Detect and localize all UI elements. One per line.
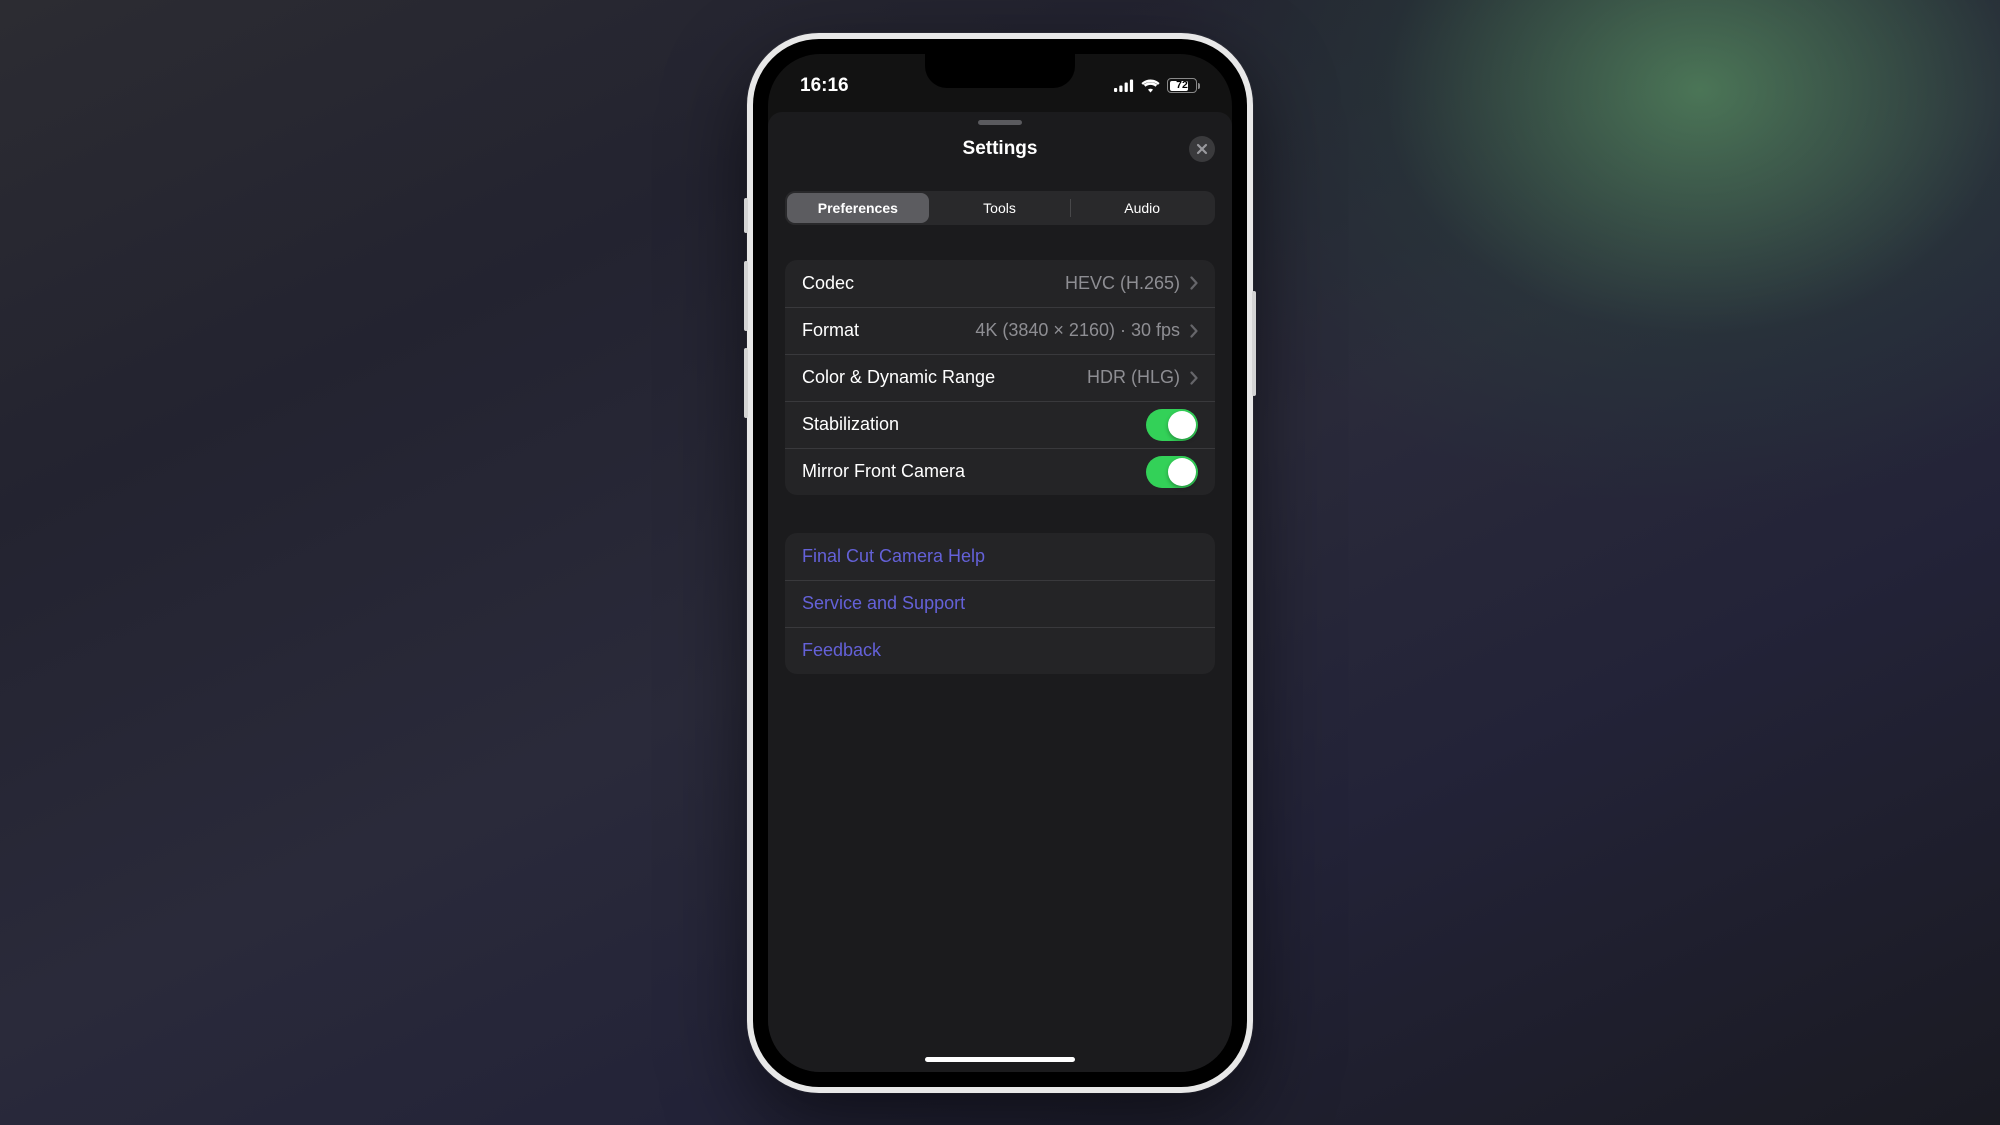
row-value: 4K (3840 × 2160) · 30 fps — [975, 320, 1180, 341]
sheet-title: Settings — [963, 138, 1038, 160]
tab-segmented-control: Preferences Tools Audio — [785, 191, 1215, 225]
tab-tools[interactable]: Tools — [929, 193, 1071, 223]
row-value: HDR (HLG) — [1087, 367, 1180, 388]
stabilization-row: Stabilization — [785, 401, 1215, 448]
status-bar: 16:16 — [768, 54, 1232, 106]
close-button[interactable] — [1189, 136, 1215, 162]
format-row[interactable]: Format 4K (3840 × 2160) · 30 fps — [785, 307, 1215, 354]
chevron-right-icon — [1190, 324, 1198, 338]
feedback-link[interactable]: Feedback — [785, 627, 1215, 674]
status-right: 72 — [1114, 78, 1200, 93]
switch-knob — [1168, 411, 1196, 439]
chevron-right-icon — [1190, 276, 1198, 290]
links-group: Final Cut Camera Help Service and Suppor… — [785, 533, 1215, 674]
switch-knob — [1168, 458, 1196, 486]
tab-audio[interactable]: Audio — [1071, 193, 1213, 223]
home-indicator[interactable] — [925, 1057, 1075, 1062]
help-link[interactable]: Final Cut Camera Help — [785, 533, 1215, 580]
close-icon — [1196, 143, 1208, 155]
power-button — [1252, 291, 1256, 396]
chevron-right-icon — [1190, 371, 1198, 385]
row-label: Codec — [802, 273, 854, 294]
tab-label: Audio — [1124, 200, 1160, 216]
phone-screen: 16:16 — [768, 54, 1232, 1072]
tab-preferences[interactable]: Preferences — [787, 193, 929, 223]
stabilization-toggle[interactable] — [1146, 409, 1198, 441]
tab-label: Preferences — [818, 200, 898, 216]
link-label: Service and Support — [802, 593, 965, 614]
row-value: HEVC (H.265) — [1065, 273, 1180, 294]
color-range-row[interactable]: Color & Dynamic Range HDR (HLG) — [785, 354, 1215, 401]
volume-up-button — [744, 261, 748, 331]
status-time: 16:16 — [800, 75, 849, 97]
row-label: Format — [802, 320, 859, 341]
sheet-header: Settings — [768, 125, 1232, 173]
settings-sheet: Settings Preferences Tools — [768, 112, 1232, 1072]
silence-switch — [744, 198, 748, 233]
cellular-signal-icon — [1114, 79, 1134, 92]
battery-percentage: 72 — [1168, 80, 1196, 91]
battery-indicator: 72 — [1167, 78, 1200, 93]
link-label: Final Cut Camera Help — [802, 546, 985, 567]
codec-row[interactable]: Codec HEVC (H.265) — [785, 260, 1215, 307]
settings-group: Codec HEVC (H.265) Format 4K (3840 × 216… — [785, 260, 1215, 495]
wifi-icon — [1141, 79, 1160, 93]
row-label: Color & Dynamic Range — [802, 367, 995, 388]
row-label: Stabilization — [802, 414, 899, 435]
phone-frame: 16:16 — [747, 33, 1253, 1093]
row-label: Mirror Front Camera — [802, 461, 965, 482]
phone-bezel: 16:16 — [753, 39, 1247, 1087]
tab-label: Tools — [983, 200, 1016, 216]
support-link[interactable]: Service and Support — [785, 580, 1215, 627]
mirror-front-camera-row: Mirror Front Camera — [785, 448, 1215, 495]
volume-down-button — [744, 348, 748, 418]
mirror-toggle[interactable] — [1146, 456, 1198, 488]
link-label: Feedback — [802, 640, 881, 661]
